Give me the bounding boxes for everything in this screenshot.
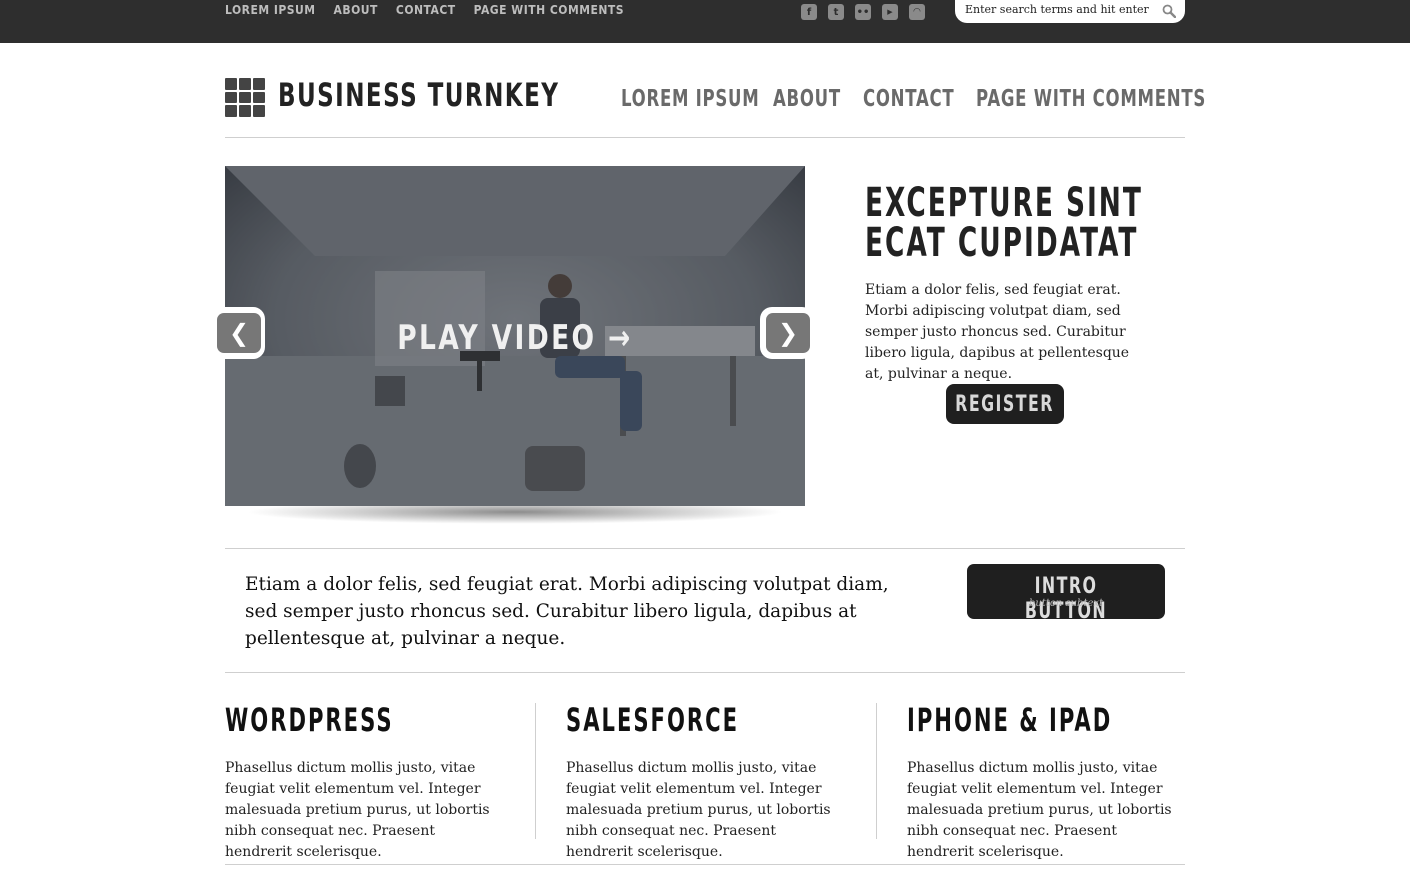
play-video-link[interactable]: PLAY VIDEO → xyxy=(225,318,805,358)
chevron-right-icon: ❯ xyxy=(766,313,810,353)
intro-top-divider xyxy=(225,548,1185,549)
register-button[interactable]: REGISTER xyxy=(946,384,1064,424)
column-divider xyxy=(876,703,877,839)
column-text: Phasellus dictum mollis justo, vitae feu… xyxy=(566,760,831,860)
main-nav-lorem-ipsum[interactable]: LOREM IPSUM xyxy=(621,86,759,112)
intro-button[interactable]: INTRO BUTTON button subtext xyxy=(967,564,1165,624)
search-input[interactable] xyxy=(965,3,1155,16)
hero-title-line-1: EXCEPTURE SINT xyxy=(865,180,1143,226)
video-slider[interactable]: PLAY VIDEO → xyxy=(225,166,805,506)
column-title: WORDPRESS xyxy=(225,701,394,739)
search-box xyxy=(955,0,1185,23)
twitter-icon[interactable]: t xyxy=(828,4,844,20)
search-icon[interactable] xyxy=(1162,4,1176,18)
top-nav-contact[interactable]: CONTACT xyxy=(396,3,456,17)
hero-title-line-2: ECAT CUPIDATAT xyxy=(865,220,1139,266)
site-logo-text[interactable]: BUSINESS TURNKEY xyxy=(278,76,559,114)
column-text: Phasellus dictum mollis justo, vitae feu… xyxy=(225,760,490,860)
column-salesforce: SALESFORCE Phasellus dictum mollis justo… xyxy=(566,703,846,863)
intro-bottom-divider xyxy=(225,672,1185,673)
top-nav-lorem-ipsum[interactable]: LOREM IPSUM xyxy=(225,3,316,17)
main-nav: LOREM IPSUM ABOUT CONTACT PAGE WITH COMM… xyxy=(621,86,1295,112)
column-wordpress: WORDPRESS Phasellus dictum mollis justo,… xyxy=(225,703,505,863)
flickr-icon[interactable]: •• xyxy=(855,4,871,20)
top-nav: LOREM IPSUM ABOUT CONTACT PAGE WITH COMM… xyxy=(225,3,642,17)
column-title: IPHONE & IPAD xyxy=(907,701,1113,739)
main-nav-contact[interactable]: CONTACT xyxy=(863,86,954,112)
main-nav-about[interactable]: ABOUT xyxy=(773,86,840,112)
youtube-icon[interactable]: ▶ xyxy=(882,4,898,20)
hero-text: Etiam a dolor felis, sed feugiat erat. M… xyxy=(865,282,1130,382)
column-title: SALESFORCE xyxy=(566,701,740,739)
main-nav-page-with-comments[interactable]: PAGE WITH COMMENTS xyxy=(976,86,1206,112)
logo-icon[interactable] xyxy=(225,78,265,117)
social-links: f t •• ▶ ◠ xyxy=(801,4,925,20)
slider-next-button[interactable]: ❯ xyxy=(762,309,812,357)
top-nav-page-with-comments[interactable]: PAGE WITH COMMENTS xyxy=(474,3,624,17)
intro-button-subtext: button subtext xyxy=(1028,598,1104,609)
top-nav-about[interactable]: ABOUT xyxy=(334,3,378,17)
column-divider xyxy=(535,703,536,839)
rss-icon[interactable]: ◠ xyxy=(909,4,925,20)
slider-prev-button[interactable]: ❮ xyxy=(213,309,263,357)
top-bar: LOREM IPSUM ABOUT CONTACT PAGE WITH COMM… xyxy=(0,0,1410,43)
facebook-icon[interactable]: f xyxy=(801,4,817,20)
column-iphone-ipad: IPHONE & IPAD Phasellus dictum mollis ju… xyxy=(907,703,1187,863)
chevron-left-icon: ❮ xyxy=(217,313,261,353)
columns-bottom-divider xyxy=(225,864,1185,865)
intro-text: Etiam a dolor felis, sed feugiat erat. M… xyxy=(245,574,889,649)
hero-title: EXCEPTURE SINT ECAT CUPIDATAT xyxy=(865,183,1143,263)
header-divider xyxy=(225,137,1185,138)
column-text: Phasellus dictum mollis justo, vitae feu… xyxy=(907,760,1172,860)
